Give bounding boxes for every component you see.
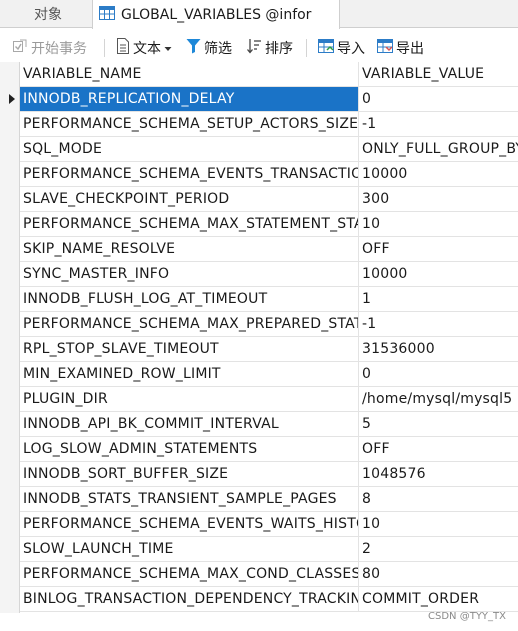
table-row[interactable]: PERFORMANCE_SCHEMA_EVENTS_TRANSACTIONS 10… [20,162,518,187]
import-label: 导入 [337,41,365,57]
sort-icon [246,38,262,58]
tab-global-variables[interactable]: GLOBAL_VARIABLES @infor [92,0,340,29]
filter-label: 筛选 [204,41,232,57]
variable-value-cell[interactable]: 0 [359,87,518,111]
variable-name-cell[interactable]: INNODB_SORT_BUFFER_SIZE [20,462,359,486]
table-row[interactable]: PLUGIN_DIR/home/mysql/mysql5 [20,387,518,412]
filter-funnel-icon [186,38,201,58]
text-view-button[interactable]: 文本 [116,33,172,63]
tab-objects-label: 对象 [34,7,62,23]
variable-name-cell[interactable]: SLAVE_CHECKPOINT_PERIOD [20,187,359,211]
table-row[interactable]: BINLOG_TRANSACTION_DEPENDENCY_TRACKING CO… [20,587,518,612]
variable-value-cell[interactable]: ONLY_FULL_GROUP_BY [359,137,518,161]
variable-name-cell[interactable]: PERFORMANCE_SCHEMA_MAX_PREPARED_STATEMEN… [20,312,359,336]
variable-value-cell[interactable]: OFF [359,437,518,461]
variable-name-cell[interactable]: PERFORMANCE_SCHEMA_MAX_STATEMENT_STACK [20,212,359,236]
variable-value-cell[interactable]: 10 [359,212,518,236]
table-row[interactable]: PERFORMANCE_SCHEMA_MAX_STATEMENT_STACK 10 [20,212,518,237]
current-row-arrow-icon [9,94,15,104]
variable-value-cell[interactable]: COMMIT_ORDER [359,587,518,611]
variable-value-cell[interactable]: 8 [359,487,518,511]
variable-name-cell[interactable]: INNODB_FLUSH_LOG_AT_TIMEOUT [20,287,359,311]
table-row[interactable]: PERFORMANCE_SCHEMA_MAX_PREPARED_STATEMEN… [20,312,518,337]
variable-value-cell[interactable]: 5 [359,412,518,436]
tab-global-variables-label: GLOBAL_VARIABLES @infor [121,6,312,23]
variable-value-cell[interactable]: OFF [359,237,518,261]
document-icon [116,38,130,58]
grid-rows: VARIABLE_NAME VARIABLE_VALUE INNODB_REPL… [20,62,518,612]
table-row[interactable]: SYNC_MASTER_INFO 10000 [20,262,518,287]
variable-value-cell[interactable]: 10000 [359,262,518,286]
dropdown-arrow-icon [164,40,172,56]
table-row[interactable]: SKIP_NAME_RESOLVE OFF [20,237,518,262]
table-row[interactable]: INNODB_API_BK_COMMIT_INTERVAL 5 [20,412,518,437]
table-row[interactable]: PERFORMANCE_SCHEMA_SETUP_ACTORS_SIZE -1 [20,112,518,137]
variable-value-cell[interactable]: 0 [359,362,518,386]
export-icon [377,38,393,58]
column-header-variable-value[interactable]: VARIABLE_VALUE [359,62,518,86]
variable-name-cell[interactable]: PERFORMANCE_SCHEMA_EVENTS_WAITS_HISTORY [20,512,359,536]
table-row[interactable]: INNODB_FLUSH_LOG_AT_TIMEOUT 1 [20,287,518,312]
tab-bar: 对象 GLOBAL_VARIABLES @infor [0,0,518,29]
column-header-variable-name[interactable]: VARIABLE_NAME [20,62,359,86]
variable-value-cell[interactable]: 2 [359,537,518,561]
variable-name-cell[interactable]: PERFORMANCE_SCHEMA_EVENTS_TRANSACTIONS [20,162,359,186]
begin-transaction-button[interactable]: 开始事务 [12,33,87,63]
table-row[interactable]: INNODB_SORT_BUFFER_SIZE 1048576 [20,462,518,487]
table-row[interactable]: PERFORMANCE_SCHEMA_EVENTS_WAITS_HISTORY 1… [20,512,518,537]
variable-name-cell[interactable]: INNODB_STATS_TRANSIENT_SAMPLE_PAGES [20,487,359,511]
variable-value-cell[interactable]: -1 [359,112,518,136]
text-view-label: 文本 [133,41,161,57]
variable-name-cell[interactable]: PLUGIN_DIR [20,387,359,411]
import-button[interactable]: 导入 [318,33,365,63]
tab-objects[interactable]: 对象 [0,0,96,28]
toolbar-divider [104,39,105,57]
variable-name-cell[interactable]: PERFORMANCE_SCHEMA_MAX_COND_CLASSES [20,562,359,586]
variable-value-cell[interactable]: 1 [359,287,518,311]
variable-value-cell[interactable]: -1 [359,312,518,336]
variable-value-cell[interactable]: 300 [359,187,518,211]
export-label: 导出 [396,41,424,57]
variable-value-cell[interactable]: 1048576 [359,462,518,486]
variable-value-cell[interactable]: 31536000 [359,337,518,361]
sort-label: 排序 [265,41,293,57]
variable-name-cell[interactable]: SYNC_MASTER_INFO [20,262,359,286]
table-row[interactable]: SLOW_LAUNCH_TIME 2 [20,537,518,562]
table-row[interactable]: LOG_SLOW_ADMIN_STATEMENTS OFF [20,437,518,462]
variable-name-cell[interactable]: SLOW_LAUNCH_TIME [20,537,359,561]
grid-header-row: VARIABLE_NAME VARIABLE_VALUE [20,62,518,87]
variable-value-cell[interactable]: 80 [359,562,518,586]
data-grid: VARIABLE_NAME VARIABLE_VALUE INNODB_REPL… [0,62,518,631]
variable-value-cell[interactable]: 10 [359,512,518,536]
variable-name-cell[interactable]: RPL_STOP_SLAVE_TIMEOUT [20,337,359,361]
table-row[interactable]: SQL_MODE ONLY_FULL_GROUP_BY [20,137,518,162]
variable-name-cell[interactable]: INNODB_REPLICATION_DELAY [20,87,359,111]
variable-name-cell[interactable]: INNODB_API_BK_COMMIT_INTERVAL [20,412,359,436]
table-row[interactable]: INNODB_STATS_TRANSIENT_SAMPLE_PAGES 8 [20,487,518,512]
variable-value-cell[interactable]: /home/mysql/mysql5 [359,387,518,411]
sort-button[interactable]: 排序 [246,33,293,63]
begin-transaction-label: 开始事务 [31,41,87,57]
variable-name-cell[interactable]: BINLOG_TRANSACTION_DEPENDENCY_TRACKING [20,587,359,611]
filter-button[interactable]: 筛选 [186,33,232,63]
variable-name-cell[interactable]: LOG_SLOW_ADMIN_STATEMENTS [20,437,359,461]
row-indicator-column [0,62,20,613]
watermark-text: CSDN @TYY_TX [428,611,506,622]
toolbar-divider [306,39,307,57]
table-row[interactable]: MIN_EXAMINED_ROW_LIMIT 0 [20,362,518,387]
table-icon [99,5,115,24]
table-row[interactable]: PERFORMANCE_SCHEMA_MAX_COND_CLASSES 80 [20,562,518,587]
table-row[interactable]: SLAVE_CHECKPOINT_PERIOD 300 [20,187,518,212]
variable-name-cell[interactable]: MIN_EXAMINED_ROW_LIMIT [20,362,359,386]
variable-value-cell[interactable]: 10000 [359,162,518,186]
table-row[interactable]: INNODB_REPLICATION_DELAY 0 [20,87,518,112]
table-row[interactable]: RPL_STOP_SLAVE_TIMEOUT 31536000 [20,337,518,362]
import-icon [318,38,334,58]
transaction-icon [12,38,28,58]
variable-name-cell[interactable]: PERFORMANCE_SCHEMA_SETUP_ACTORS_SIZE [20,112,359,136]
export-button[interactable]: 导出 [377,33,424,63]
variable-name-cell[interactable]: SKIP_NAME_RESOLVE [20,237,359,261]
variable-name-cell[interactable]: SQL_MODE [20,137,359,161]
toolbar: 开始事务 文本 筛选 排序 导入 导出 [0,33,518,63]
